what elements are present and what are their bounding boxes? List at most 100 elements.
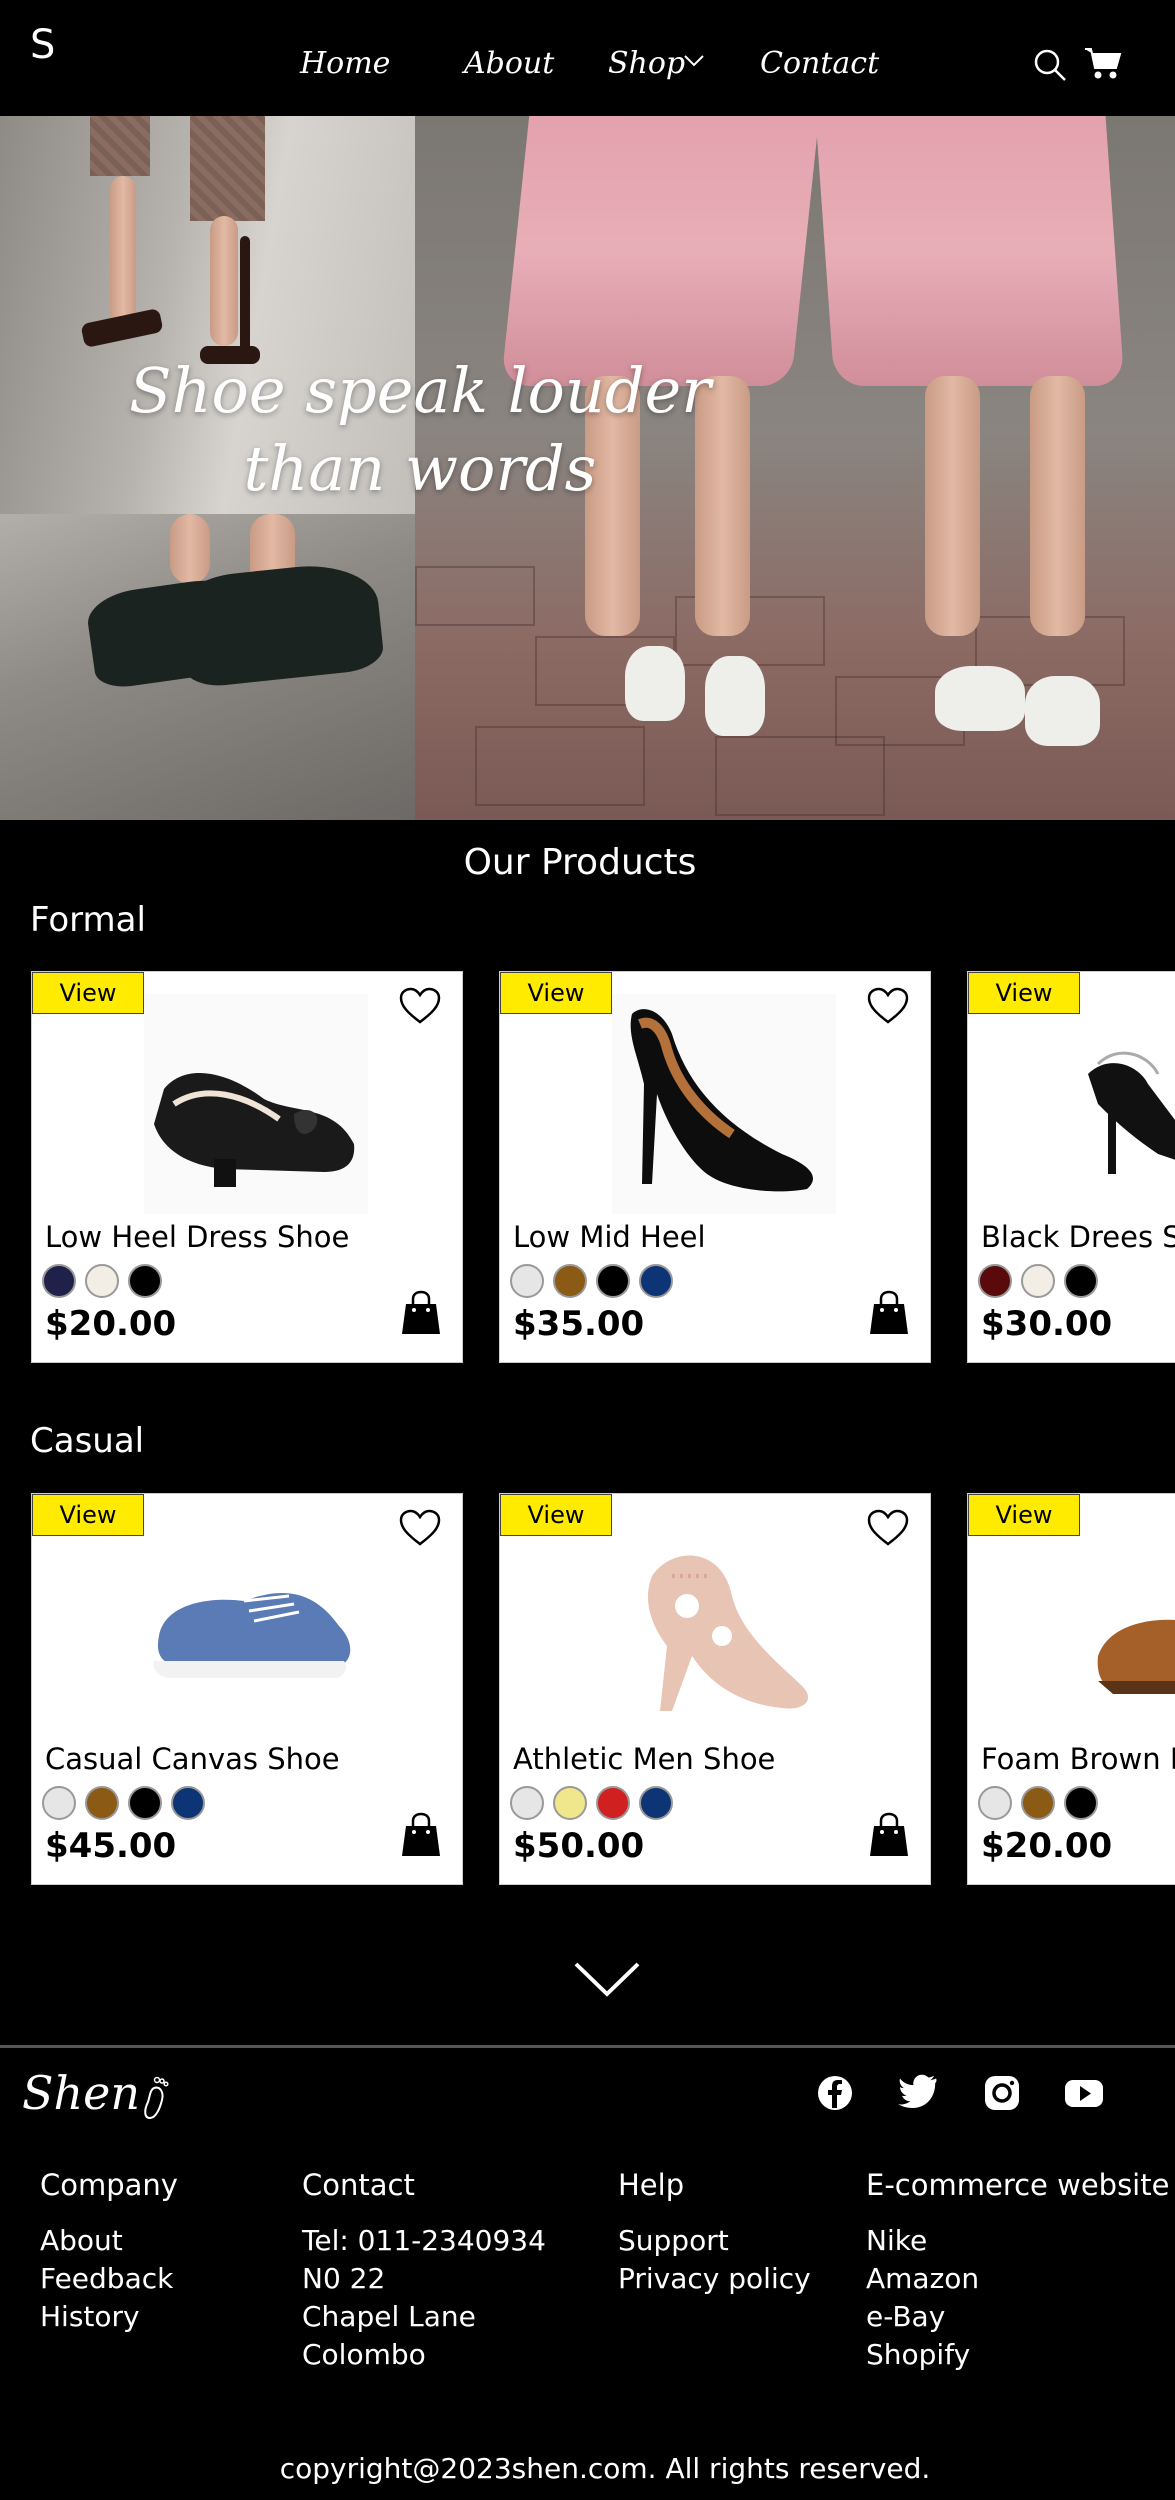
product-price: $30.00 bbox=[981, 1304, 1113, 1344]
color-swatch[interactable] bbox=[128, 1264, 162, 1298]
youtube-icon[interactable] bbox=[1063, 2072, 1105, 2114]
cart-icon[interactable] bbox=[1084, 46, 1122, 80]
footer-contact-column: Contact Tel: 011-2340934 N0 22 Chapel La… bbox=[302, 2168, 546, 2374]
category-title-formal: Formal bbox=[30, 900, 146, 940]
color-swatch[interactable] bbox=[128, 1786, 162, 1820]
footer-contact-heading: Contact bbox=[302, 2168, 415, 2202]
footer-link-support[interactable]: Support bbox=[618, 2222, 811, 2260]
product-card[interactable]: View Athletic Men Shoe $50.00 bbox=[499, 1493, 931, 1885]
color-swatch[interactable] bbox=[639, 1264, 673, 1298]
heart-icon[interactable] bbox=[398, 986, 442, 1026]
footer-link-amazon[interactable]: Amazon bbox=[866, 2260, 1169, 2298]
chevron-down-icon[interactable] bbox=[572, 1960, 642, 2000]
chevron-down-icon[interactable] bbox=[683, 54, 705, 68]
shopping-bag-icon[interactable] bbox=[400, 1812, 442, 1858]
color-swatch[interactable] bbox=[1064, 1264, 1098, 1298]
facebook-icon[interactable] bbox=[814, 2072, 856, 2114]
product-card[interactable]: View Black Drees Shoe $30.00 bbox=[967, 971, 1175, 1363]
shopping-bag-icon[interactable] bbox=[400, 1290, 442, 1336]
nav-about-link[interactable]: About bbox=[464, 46, 554, 81]
nav-shop-link[interactable]: Shop bbox=[608, 46, 685, 81]
hero-photo-boots bbox=[0, 514, 415, 820]
color-swatch[interactable] bbox=[553, 1264, 587, 1298]
heart-icon[interactable] bbox=[398, 1508, 442, 1548]
footer-link-feedback[interactable]: Feedback bbox=[40, 2260, 178, 2298]
footer-link-privacy-policy[interactable]: Privacy policy bbox=[618, 2260, 811, 2298]
view-button[interactable]: View bbox=[500, 1494, 612, 1536]
product-name: Low Heel Dress Shoe bbox=[45, 1220, 350, 1254]
site-logo[interactable]: S bbox=[30, 22, 55, 68]
color-swatch[interactable] bbox=[553, 1786, 587, 1820]
hero-banner: Shoe speak louder than words bbox=[0, 116, 1175, 820]
product-card[interactable]: View Foam Brown Footwear $20.00 bbox=[967, 1493, 1175, 1885]
product-card[interactable]: View Casual Canvas Shoe $45.00 bbox=[31, 1493, 463, 1885]
view-button[interactable]: View bbox=[32, 972, 144, 1014]
product-name: Low Mid Heel bbox=[513, 1220, 706, 1254]
blue-canvas-sneaker-icon bbox=[153, 1593, 351, 1678]
color-swatch[interactable] bbox=[85, 1264, 119, 1298]
heart-icon[interactable] bbox=[866, 1508, 910, 1548]
color-swatch[interactable] bbox=[510, 1786, 544, 1820]
category-title-casual: Casual bbox=[30, 1421, 145, 1461]
product-name: Casual Canvas Shoe bbox=[45, 1742, 340, 1776]
product-card[interactable]: View Low Mid Heel $35.00 bbox=[499, 971, 931, 1363]
color-swatch[interactable] bbox=[596, 1786, 630, 1820]
color-swatches bbox=[42, 1786, 205, 1822]
footer-contact-tel: Tel: 011-2340934 bbox=[302, 2224, 546, 2257]
nav-contact-link[interactable]: Contact bbox=[760, 46, 879, 81]
color-swatch[interactable] bbox=[510, 1264, 544, 1298]
footer-logo[interactable]: Shen bbox=[22, 2066, 140, 2120]
shopping-bag-icon[interactable] bbox=[868, 1812, 910, 1858]
color-swatches bbox=[978, 1264, 1098, 1300]
color-swatch[interactable] bbox=[978, 1264, 1012, 1298]
product-name: Black Drees Shoe bbox=[981, 1220, 1175, 1254]
black-flat-shoe-icon bbox=[144, 994, 368, 1214]
footer-contact-address-line: N0 22 bbox=[302, 2262, 386, 2295]
color-swatch[interactable] bbox=[42, 1786, 76, 1820]
product-name: Athletic Men Shoe bbox=[513, 1742, 776, 1776]
color-swatch[interactable] bbox=[85, 1786, 119, 1820]
nav-home-link[interactable]: Home bbox=[300, 46, 390, 81]
color-swatch[interactable] bbox=[171, 1786, 205, 1820]
color-swatch[interactable] bbox=[1021, 1264, 1055, 1298]
footer-link-history[interactable]: History bbox=[40, 2298, 178, 2336]
footer-contact-address-line: Chapel Lane bbox=[302, 2300, 476, 2333]
footer-contact-address-line: Colombo bbox=[302, 2338, 426, 2371]
brown-loafer-icon bbox=[1097, 1619, 1175, 1694]
view-button[interactable]: View bbox=[968, 972, 1080, 1014]
top-navbar: S Home About Shop Contact bbox=[0, 0, 1175, 116]
color-swatch[interactable] bbox=[42, 1264, 76, 1298]
color-swatch[interactable] bbox=[639, 1786, 673, 1820]
footprint-icon bbox=[144, 2076, 169, 2120]
products-heading: Our Products bbox=[463, 842, 697, 883]
footer-link-about[interactable]: About bbox=[40, 2222, 178, 2260]
footer-ecommerce-heading: E-commerce website bbox=[866, 2168, 1170, 2202]
color-swatch[interactable] bbox=[978, 1786, 1012, 1820]
color-swatches bbox=[510, 1264, 673, 1300]
view-button[interactable]: View bbox=[500, 972, 612, 1014]
product-card[interactable]: View Low Heel Dress Shoe $20.00 bbox=[31, 971, 463, 1363]
color-swatches bbox=[42, 1264, 162, 1300]
footer-link-shopify[interactable]: Shopify bbox=[866, 2336, 1169, 2374]
color-swatches bbox=[978, 1786, 1098, 1822]
view-button[interactable]: View bbox=[968, 1494, 1080, 1536]
footer-link-nike[interactable]: Nike bbox=[866, 2222, 1169, 2260]
color-swatch[interactable] bbox=[1064, 1786, 1098, 1820]
footer-company-heading: Company bbox=[40, 2168, 178, 2202]
black-pump-heel-icon bbox=[612, 994, 836, 1214]
twitter-icon[interactable] bbox=[897, 2072, 939, 2114]
instagram-icon[interactable] bbox=[981, 2072, 1023, 2114]
color-swatch[interactable] bbox=[1021, 1786, 1055, 1820]
shopping-bag-icon[interactable] bbox=[868, 1290, 910, 1336]
footer-divider bbox=[0, 2045, 1175, 2048]
heart-icon[interactable] bbox=[866, 986, 910, 1026]
view-button[interactable]: View bbox=[32, 1494, 144, 1536]
product-name: Foam Brown Footwear bbox=[981, 1742, 1175, 1776]
footer-link-ebay[interactable]: e-Bay bbox=[866, 2298, 1169, 2336]
product-price: $45.00 bbox=[45, 1826, 177, 1866]
color-swatch[interactable] bbox=[596, 1264, 630, 1298]
hero-title: Shoe speak louder than words bbox=[0, 352, 840, 508]
product-price: $20.00 bbox=[981, 1826, 1113, 1866]
footer-ecommerce-column: E-commerce website Nike Amazon e-Bay Sho… bbox=[866, 2168, 1169, 2374]
search-icon[interactable] bbox=[1033, 48, 1067, 82]
